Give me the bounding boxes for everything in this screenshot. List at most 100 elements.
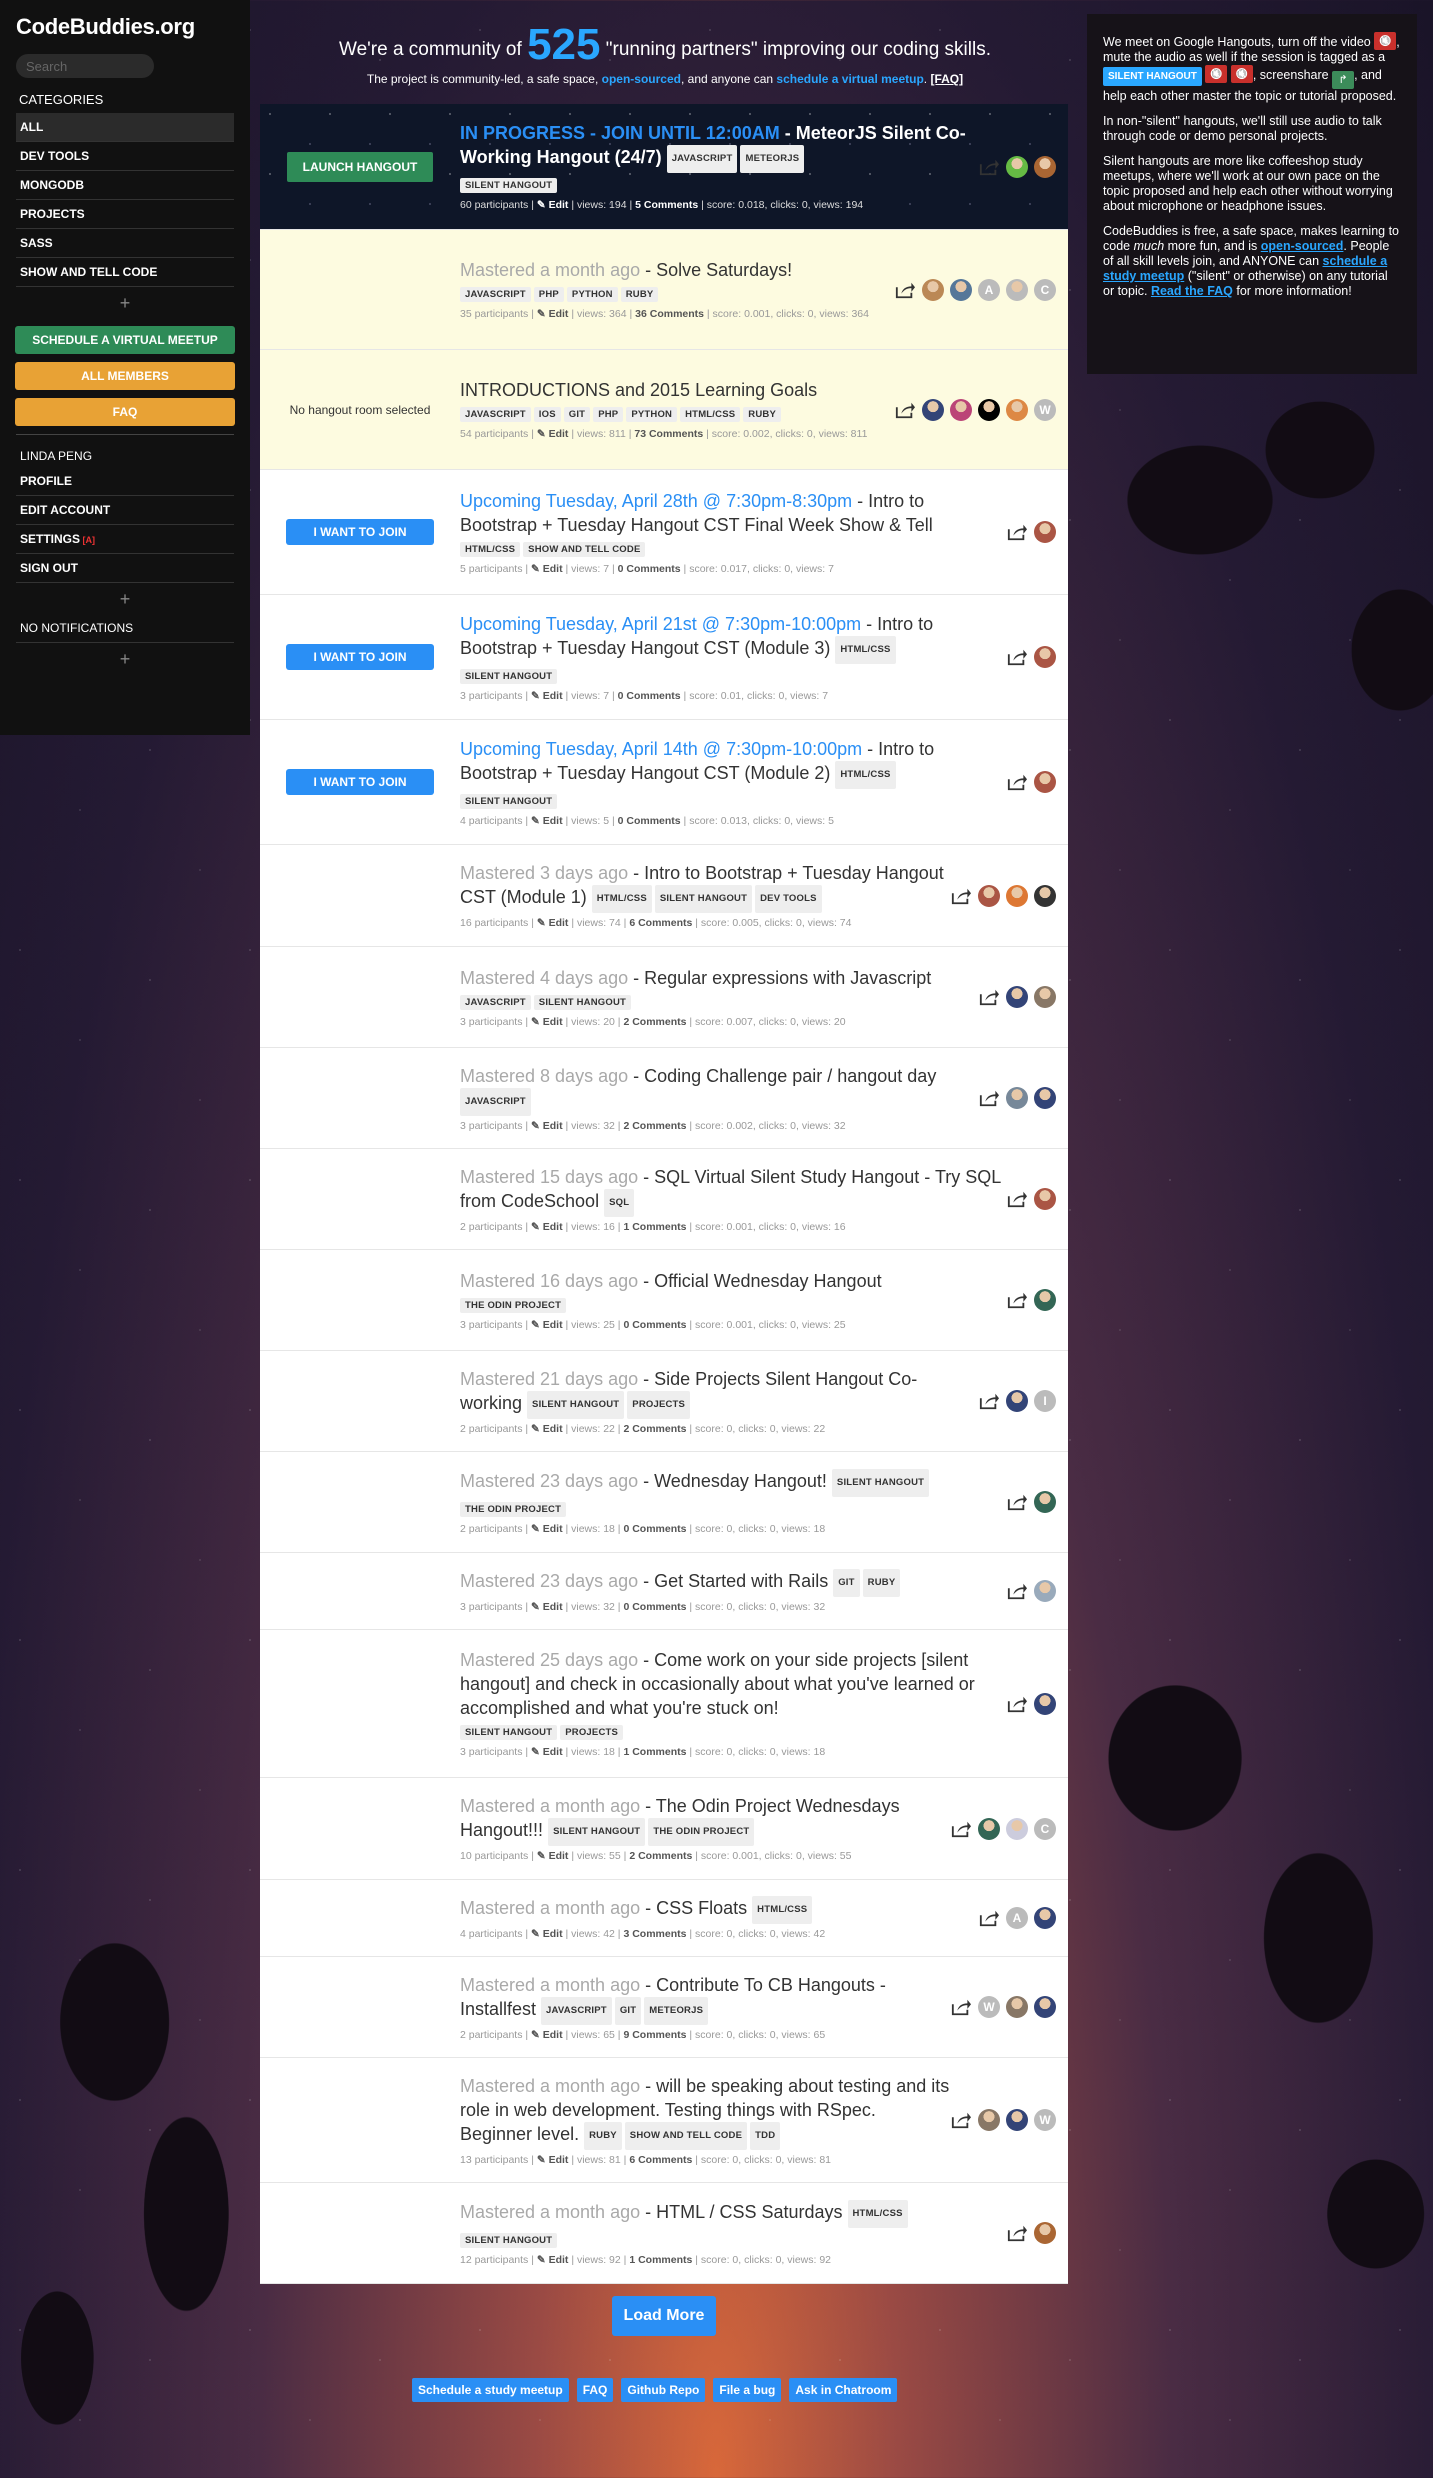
category-tag[interactable]: SILENT HANGOUT [527, 1390, 625, 1419]
comments-link[interactable]: 0 Comments [618, 563, 681, 575]
share-icon[interactable] [1006, 1492, 1028, 1512]
read-faq-link[interactable]: Read the FAQ [1151, 284, 1233, 298]
comments-link[interactable]: 36 Comments [635, 308, 704, 320]
category-tag[interactable]: RUBY [743, 407, 781, 422]
brand-logo[interactable]: CodeBuddies.org [0, 0, 250, 40]
category-tag[interactable]: THE ODIN PROJECT [460, 1501, 567, 1517]
category-tag[interactable]: HTML/CSS [460, 541, 521, 557]
comments-link[interactable]: 0 Comments [623, 1319, 686, 1331]
hangout-title[interactable]: Upcoming Tuesday, April 21st @ 7:30pm-10… [460, 612, 1006, 664]
expand-plus-icon[interactable]: + [0, 643, 250, 674]
avatar-letter[interactable]: W [1034, 398, 1056, 421]
share-icon[interactable] [978, 1391, 1000, 1411]
avatar[interactable] [1034, 2222, 1056, 2244]
category-tag[interactable]: PYTHON [566, 287, 618, 302]
avatar[interactable] [1006, 278, 1028, 301]
category-tag[interactable]: HTML/CSS [752, 1895, 813, 1924]
share-icon[interactable] [1006, 1290, 1028, 1310]
avatar[interactable] [1006, 1996, 1028, 2018]
category-tag[interactable]: JAVASCRIPT [460, 287, 531, 302]
category-tag[interactable]: PHP [533, 287, 564, 302]
category-tag[interactable]: SHOW AND TELL CODE [624, 2121, 748, 2150]
comments-link[interactable]: 3 Comments [623, 1928, 686, 1940]
avatar[interactable] [950, 278, 972, 301]
footer-link-schedule-a-study-meetup[interactable]: Schedule a study meetup [412, 2378, 569, 2402]
comments-link[interactable]: 0 Comments [623, 1601, 686, 1613]
category-tag[interactable]: JAVASCRIPT [460, 407, 531, 422]
category-tag[interactable]: SILENT HANGOUT [831, 1468, 930, 1497]
account-edit-account[interactable]: EDIT ACCOUNT [16, 496, 234, 525]
category-tag[interactable]: SILENT HANGOUT [460, 178, 558, 193]
share-icon[interactable] [978, 987, 1000, 1007]
user-name[interactable]: LINDA PENG [0, 439, 250, 467]
category-tag[interactable]: JAVASCRIPT [460, 994, 531, 1010]
load-more-button[interactable]: Load More [612, 2296, 716, 2336]
category-tag[interactable]: JAVASCRIPT [460, 1087, 531, 1116]
category-dev-tools[interactable]: DEV TOOLS [16, 142, 234, 171]
avatar[interactable] [978, 1817, 1000, 1840]
category-tag[interactable]: HTML/CSS [835, 760, 896, 789]
comments-link[interactable]: 6 Comments [629, 917, 692, 929]
share-icon[interactable] [1006, 1581, 1028, 1601]
open-sourced-link[interactable]: open-sourced [1261, 239, 1344, 253]
search-input[interactable] [16, 54, 154, 78]
avatar[interactable] [1006, 1087, 1028, 1109]
avatar[interactable] [1006, 398, 1028, 421]
category-tag[interactable]: SILENT HANGOUT [533, 994, 632, 1010]
hangout-title[interactable]: INTRODUCTIONS and 2015 Learning Goals [460, 378, 894, 402]
category-tag[interactable]: RUBY [584, 2121, 622, 2150]
join-button[interactable]: I WANT TO JOIN [286, 519, 434, 545]
avatar[interactable] [978, 2109, 1000, 2131]
avatar[interactable] [1006, 155, 1028, 178]
comments-link[interactable]: 1 Comments [629, 2254, 692, 2266]
comments-link[interactable]: 2 Comments [623, 1120, 686, 1132]
avatar[interactable] [978, 884, 1000, 907]
share-icon[interactable] [950, 2110, 972, 2130]
avatar[interactable] [1006, 2109, 1028, 2131]
category-tag[interactable]: HTML/CSS [835, 635, 896, 664]
hangout-title[interactable]: Upcoming Tuesday, April 14th @ 7:30pm-10… [460, 737, 1006, 789]
share-icon[interactable] [978, 1088, 1000, 1108]
category-tag[interactable]: PHP [593, 407, 624, 422]
category-tag[interactable]: THE ODIN PROJECT [648, 1818, 755, 1846]
category-tag[interactable]: THE ODIN PROJECT [460, 1297, 567, 1313]
hangout-title[interactable]: Mastered a month ago - The Odin Project … [460, 1794, 950, 1846]
footer-link-github-repo[interactable]: Github Repo [621, 2378, 706, 2402]
edit-link[interactable]: ✎ Edit [531, 1928, 563, 1940]
category-tag[interactable]: METEORJS [644, 1996, 709, 2025]
avatar[interactable] [1034, 1907, 1056, 1929]
avatar[interactable] [978, 398, 1000, 421]
launch-hangout-button[interactable]: LAUNCH HANGOUT [287, 151, 433, 182]
share-icon[interactable] [978, 157, 1000, 177]
join-button[interactable]: I WANT TO JOIN [286, 769, 434, 795]
avatar[interactable] [1034, 986, 1056, 1008]
avatar-letter[interactable]: C [1034, 278, 1056, 301]
footer-link-faq[interactable]: FAQ [576, 2378, 614, 2402]
avatar[interactable] [1034, 155, 1056, 178]
edit-link[interactable]: ✎ Edit [531, 1523, 563, 1535]
category-tag[interactable]: JAVASCRIPT [541, 1996, 612, 2025]
share-icon[interactable] [1006, 1694, 1028, 1714]
share-icon[interactable] [894, 280, 916, 300]
category-tag[interactable]: PROJECTS [560, 1725, 624, 1740]
category-tag[interactable]: SILENT HANGOUT [460, 1725, 558, 1740]
avatar[interactable] [1006, 1390, 1028, 1412]
avatar-letter[interactable]: A [978, 278, 1000, 301]
edit-link[interactable]: ✎ Edit [531, 1319, 563, 1331]
comments-link[interactable]: 9 Comments [623, 2029, 686, 2041]
edit-link[interactable]: ✎ Edit [537, 428, 569, 440]
open-sourced-link[interactable]: open-sourced [602, 72, 681, 86]
category-tag[interactable]: RUBY [862, 1568, 901, 1597]
comments-link[interactable]: 6 Comments [629, 2154, 692, 2166]
edit-link[interactable]: ✎ Edit [537, 917, 569, 929]
comments-link[interactable]: 0 Comments [618, 690, 681, 702]
expand-plus-icon[interactable]: + [0, 583, 250, 614]
category-tag[interactable]: HTML/CSS [591, 885, 652, 913]
edit-link[interactable]: ✎ Edit [531, 815, 563, 827]
share-icon[interactable] [950, 886, 972, 906]
all-members-button[interactable]: ALL MEMBERS [15, 362, 235, 390]
hangout-title[interactable]: Mastered 15 days ago - SQL Virtual Silen… [460, 1165, 1006, 1217]
category-all[interactable]: ALL [16, 113, 234, 142]
share-icon[interactable] [1006, 647, 1028, 667]
edit-link[interactable]: ✎ Edit [537, 199, 569, 211]
